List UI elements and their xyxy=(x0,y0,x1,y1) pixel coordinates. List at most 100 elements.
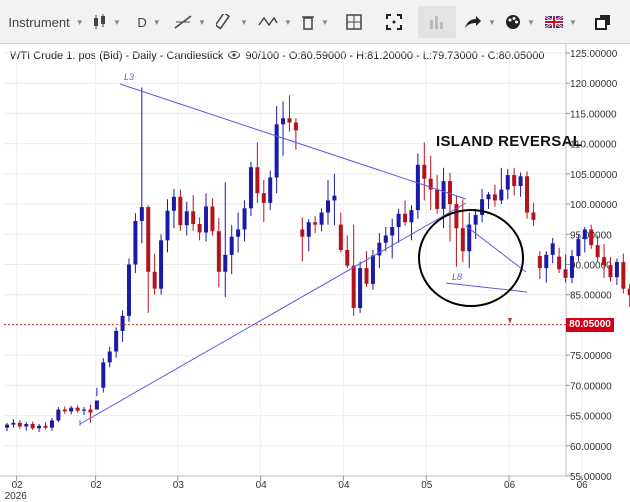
candle xyxy=(300,217,305,262)
y-tick-label: 115.00000 xyxy=(570,109,617,120)
candle-body xyxy=(248,167,253,209)
candle xyxy=(184,201,189,236)
candle xyxy=(345,235,350,269)
candle-body xyxy=(614,262,619,278)
candle-body xyxy=(621,262,626,289)
candle xyxy=(338,212,343,253)
x-tick-label: 05 xyxy=(421,480,433,491)
candle-body xyxy=(390,227,395,236)
candle-body xyxy=(351,265,356,309)
candle xyxy=(114,327,119,358)
candle xyxy=(62,406,67,414)
candle-body xyxy=(43,425,48,428)
candle xyxy=(313,216,318,234)
candle-body xyxy=(255,167,260,194)
x-tick-label: 02 xyxy=(91,480,103,491)
candle-body xyxy=(319,212,324,225)
candle xyxy=(191,195,196,231)
candle xyxy=(146,205,151,313)
y-tick-label: 60.00000 xyxy=(570,442,612,453)
candle-body xyxy=(415,164,420,211)
candle xyxy=(152,253,157,295)
candle-body xyxy=(146,207,151,272)
candle-body xyxy=(589,229,594,246)
upper-trendline xyxy=(119,83,467,200)
y-tick-label: 125.00000 xyxy=(570,49,618,60)
candle xyxy=(293,118,298,150)
candle xyxy=(242,200,247,242)
candle xyxy=(364,251,369,287)
candle xyxy=(43,422,48,430)
candle-body xyxy=(550,243,555,255)
candle-body xyxy=(563,269,568,278)
candle-body xyxy=(281,118,286,125)
candle xyxy=(281,101,286,156)
candle-body xyxy=(486,194,491,200)
candle-body xyxy=(204,206,209,233)
y-tick-label: 100.00000 xyxy=(570,200,618,211)
x-tick-label: 04 xyxy=(338,480,350,491)
candle xyxy=(544,251,549,283)
candle-body xyxy=(120,315,125,331)
candle xyxy=(274,106,279,194)
candle-body xyxy=(197,224,202,233)
candle-body xyxy=(94,400,99,410)
candle xyxy=(101,358,106,393)
candle-body xyxy=(56,409,61,421)
candle-body xyxy=(223,254,228,272)
candle-body xyxy=(37,425,42,429)
candle xyxy=(75,405,80,413)
candle-body xyxy=(518,176,523,186)
candle-body xyxy=(364,268,369,284)
flag-upper-line xyxy=(465,225,527,273)
current-price-tag: 80.05000 xyxy=(566,318,614,332)
candle xyxy=(255,142,260,203)
candle-body xyxy=(544,254,549,269)
candle-body xyxy=(242,208,247,230)
x-tick-label: 06 xyxy=(577,480,589,491)
candle-body xyxy=(435,189,440,209)
candle xyxy=(49,417,54,431)
candle-body xyxy=(191,211,196,225)
candle xyxy=(159,234,164,295)
x-tick-year: 2026 xyxy=(5,491,28,502)
candle xyxy=(550,237,555,264)
candle xyxy=(139,87,144,244)
x-tick-label: 06 xyxy=(504,480,516,491)
candle xyxy=(236,212,241,253)
candle xyxy=(5,422,9,432)
candle xyxy=(518,172,523,197)
candle-body xyxy=(49,420,54,428)
candle-body xyxy=(602,257,607,266)
candle xyxy=(223,182,228,298)
y-tick-label: 85.00000 xyxy=(570,291,612,302)
y-tick-label: 70.00000 xyxy=(570,381,612,392)
candle xyxy=(602,243,607,278)
candle xyxy=(56,407,61,423)
candle xyxy=(351,224,356,316)
candle-body xyxy=(293,122,298,131)
candle xyxy=(11,419,16,428)
candle-body xyxy=(30,424,35,429)
x-tick-label: 02 xyxy=(12,480,24,491)
candle xyxy=(415,153,420,219)
candle-body xyxy=(261,193,266,203)
candle-body xyxy=(11,422,16,425)
y-tick-label: 65.00000 xyxy=(570,412,612,423)
candle-body xyxy=(505,175,510,190)
candle-body xyxy=(62,409,67,412)
candle-body xyxy=(422,164,427,179)
candle-body xyxy=(82,409,87,411)
candle xyxy=(441,167,446,229)
candlestick-chart[interactable]: 125.00000120.00000115.00000110.00000105.… xyxy=(0,0,630,502)
candle xyxy=(435,175,440,214)
candle xyxy=(563,254,568,283)
candle xyxy=(88,404,93,423)
candle xyxy=(589,224,594,249)
candle-body xyxy=(345,249,350,266)
candle xyxy=(512,167,517,196)
candle xyxy=(569,249,574,284)
candle-body xyxy=(473,214,478,225)
candle-body xyxy=(126,264,131,316)
candle xyxy=(377,233,382,269)
